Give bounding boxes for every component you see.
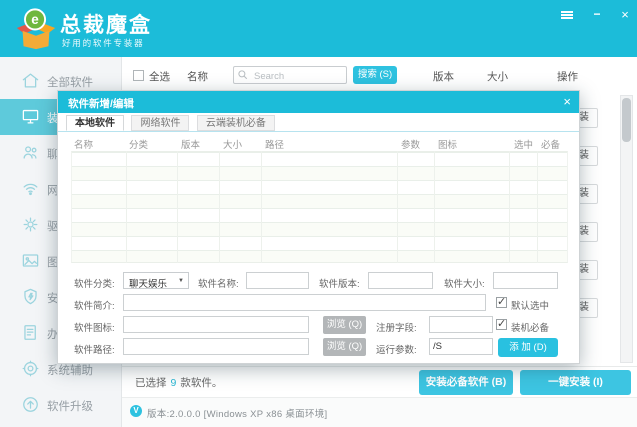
selected-prefix: 已选择 (135, 377, 167, 389)
default-checked-label: 默认选中 (511, 298, 549, 312)
software-table-body[interactable] (71, 151, 568, 263)
monitor-icon (21, 107, 40, 126)
search-input[interactable] (252, 68, 348, 84)
col-required: 必备 (541, 137, 560, 151)
software-path-field[interactable] (123, 338, 309, 355)
tab-underline (58, 131, 579, 132)
col-category: 分类 (129, 137, 148, 151)
list-scrollbar[interactable] (620, 95, 633, 363)
col-name: 名称 (74, 137, 93, 151)
version-text: 版本:2.0.0.0 [Windows XP x86 桌面环境] (147, 406, 327, 420)
shield-icon (21, 287, 40, 306)
col-size: 大小 (223, 137, 242, 151)
chevron-down-icon: ▼ (178, 278, 184, 284)
dialog-close-icon[interactable]: × (563, 94, 571, 109)
size-column-header: 大小 (487, 69, 508, 84)
document-icon (21, 323, 40, 342)
size-label: 软件大小: (444, 276, 485, 290)
search-icon (237, 69, 249, 81)
default-checked-checkbox[interactable]: ✓ (496, 297, 507, 308)
gear-icon (21, 359, 40, 378)
action-column-header: 操作 (557, 69, 578, 84)
dialog-title-bar: 软件新增/编辑 × (58, 91, 579, 113)
install-essential-button[interactable]: 安装必备软件 (B) (419, 370, 513, 395)
scrollbar-thumb[interactable] (622, 98, 631, 142)
add-button[interactable]: 添 加 (D) (498, 338, 558, 357)
dialog-title: 软件新增/编辑 (68, 96, 134, 111)
version-column-header: 版本 (433, 69, 454, 84)
selected-summary: 已选择9款软件。 (135, 375, 222, 390)
one-key-install-button[interactable]: 一键安装 (I) (520, 370, 631, 395)
home-icon (21, 71, 40, 90)
upgrade-icon (21, 395, 40, 414)
app-tagline: 好用的软件专装器 (62, 37, 144, 49)
runparam-field[interactable] (429, 338, 493, 355)
col-version: 版本 (181, 137, 200, 151)
path-label: 软件路径: (74, 342, 115, 356)
app-title: 总裁魔盒 (60, 9, 152, 39)
category-label: 软件分类: (74, 276, 115, 290)
version-label: 软件版本: (319, 276, 360, 290)
check-icon: ✓ (497, 317, 506, 330)
software-icon-field[interactable] (123, 316, 309, 333)
app-logo-icon: e (13, 6, 59, 52)
category-value: 聊天娱乐 (129, 276, 167, 290)
software-table: 名称 分类 版本 大小 路径 参数 图标 选中 必备 (71, 137, 568, 263)
name-column-header: 名称 (187, 69, 208, 84)
name-label: 软件名称: (198, 276, 239, 290)
image-icon (21, 251, 40, 270)
gear-wrench-icon (21, 215, 40, 234)
minimize-icon[interactable]: − (589, 8, 605, 22)
search-box (233, 66, 347, 84)
version-badge-icon: V (130, 405, 142, 417)
software-version-field[interactable] (368, 272, 433, 289)
col-selected: 选中 (514, 137, 533, 151)
selected-suffix: 款软件。 (180, 377, 222, 389)
software-intro-field[interactable] (123, 294, 486, 311)
tab-network-software[interactable]: 网络软件 (131, 115, 189, 131)
col-path: 路径 (265, 137, 284, 151)
menu-icon[interactable] (561, 11, 573, 19)
browse-path-button[interactable]: 浏览 (Q) (323, 338, 366, 356)
essential-label: 装机必备 (511, 320, 549, 334)
people-icon (21, 143, 40, 162)
tab-local-software[interactable]: 本地软件 (66, 115, 124, 131)
wifi-icon (21, 179, 40, 198)
intro-label: 软件简介: (74, 298, 115, 312)
svg-text:e: e (31, 12, 38, 27)
software-size-field[interactable] (493, 272, 558, 289)
category-select[interactable]: 聊天娱乐 ▼ (123, 272, 189, 289)
sidebar-item-software-upgrade[interactable]: 软件升级 (0, 387, 122, 423)
select-all-label: 全选 (149, 69, 170, 84)
runparam-label: 运行参数: (376, 342, 417, 356)
add-edit-software-dialog: 软件新增/编辑 × 本地软件 网络软件 云端装机必备 名称 分类 版本 大小 路… (57, 90, 580, 364)
form-row-path: 软件路径: 浏览 (Q) 运行参数: 添 加 (D) (58, 338, 581, 357)
software-name-field[interactable] (246, 272, 309, 289)
select-all-checkbox[interactable] (133, 70, 144, 81)
browse-icon-button[interactable]: 浏览 (Q) (323, 316, 366, 334)
check-icon: ✓ (497, 295, 506, 308)
close-icon[interactable]: × (617, 8, 633, 22)
col-icon: 图标 (438, 137, 457, 151)
form-row-icon: 软件图标: 浏览 (Q) 注册字段: ✓ 装机必备 (58, 316, 581, 335)
form-row-category: 软件分类: 聊天娱乐 ▼ 软件名称: 软件版本: 软件大小: (58, 272, 581, 291)
selected-count: 9 (167, 377, 181, 389)
essential-checkbox[interactable]: ✓ (496, 319, 507, 330)
regfield-field[interactable] (429, 316, 493, 333)
dialog-tabs: 本地软件 网络软件 云端装机必备 (66, 115, 278, 131)
col-params: 参数 (401, 137, 420, 151)
app-header: e 总裁魔盒 好用的软件专装器 − × (0, 0, 637, 57)
regfield-label: 注册字段: (376, 320, 417, 334)
tab-cloud-essential[interactable]: 云端装机必备 (197, 115, 275, 131)
search-button[interactable]: 搜索 (S) (353, 66, 397, 84)
icon-label: 软件图标: (74, 320, 115, 334)
form-row-intro: 软件简介: ✓ 默认选中 (58, 294, 581, 313)
